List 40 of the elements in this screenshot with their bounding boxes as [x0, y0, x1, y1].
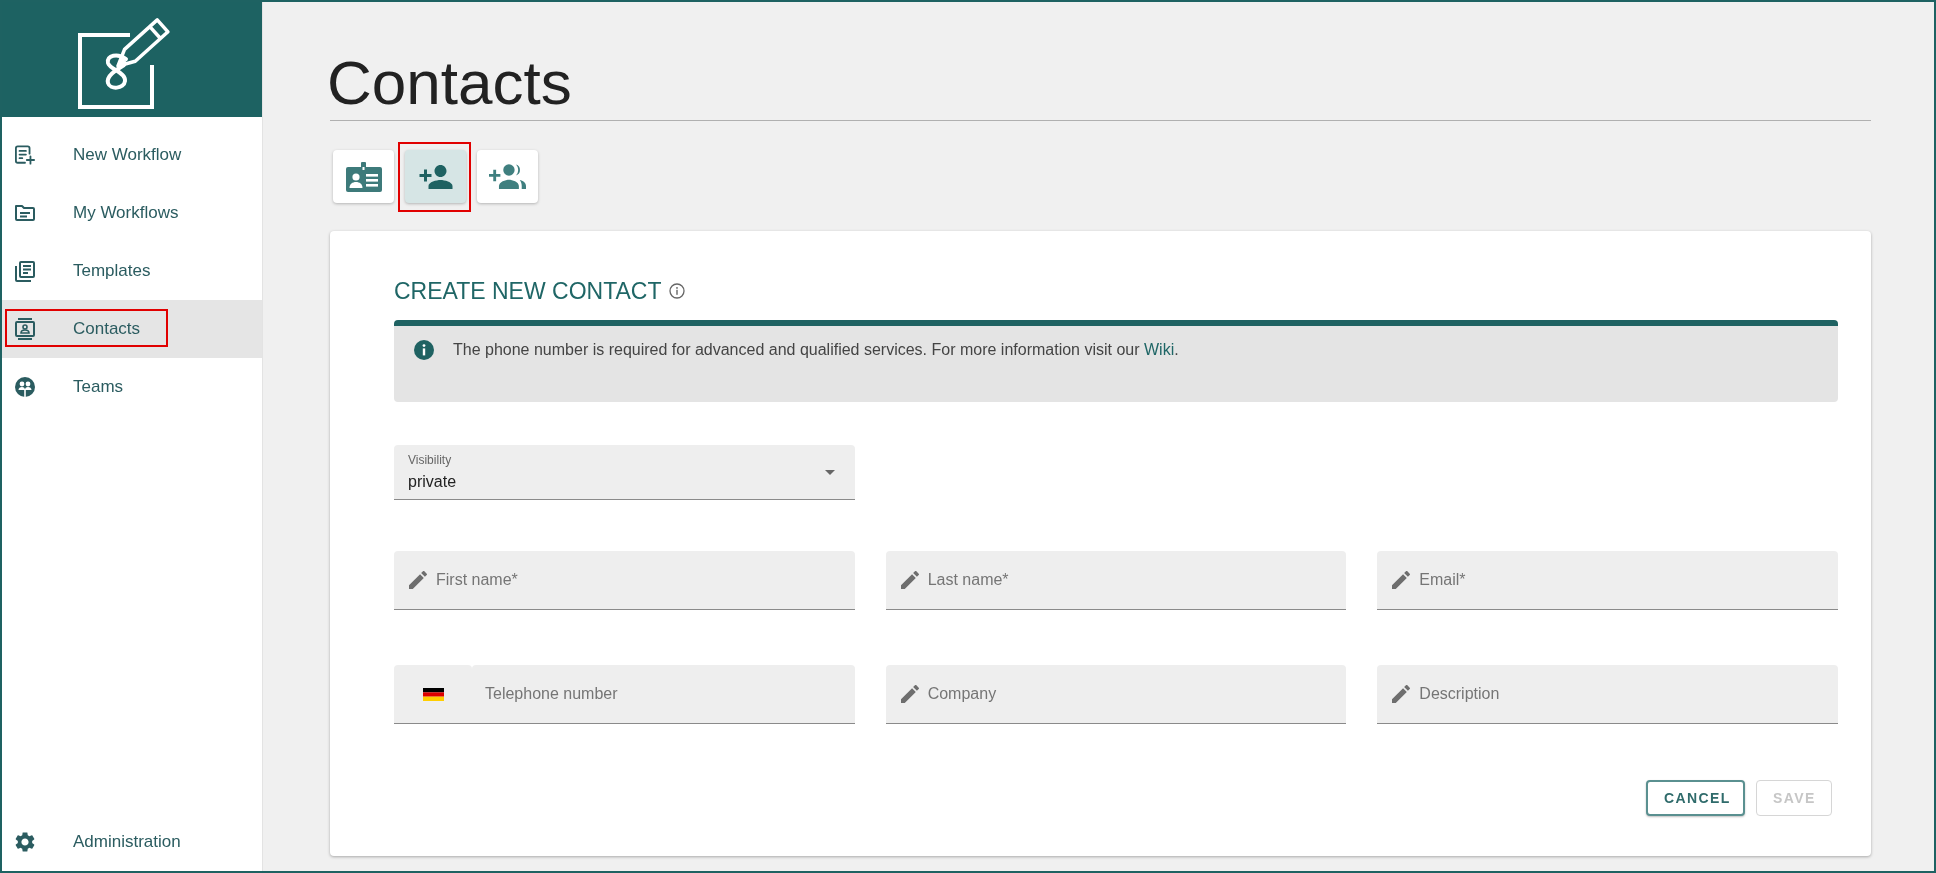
- add-person-icon: [418, 164, 453, 189]
- notice-text: The phone number is required for advanced and qualified services. For more information visit our Wiki.: [453, 340, 1179, 360]
- flag-icon: [422, 687, 444, 701]
- toolbar-tab[interactable]: [333, 150, 394, 203]
- dropdown-caret-icon: [825, 469, 835, 475]
- form-title: CREATE NEW CONTACT: [394, 277, 662, 306]
- text-field[interactable]: Last name*: [885, 551, 1347, 610]
- sidebar-item[interactable]: Teams: [2, 358, 262, 416]
- sidebar-item[interactable]: Administration: [2, 813, 262, 871]
- pencil-icon: [1392, 571, 1411, 589]
- text-field[interactable]: Company: [885, 665, 1347, 724]
- info-icon[interactable]: [669, 283, 686, 299]
- pencil-icon: [1392, 685, 1411, 703]
- country-code-selector[interactable]: [394, 665, 472, 724]
- pencil-icon: [900, 571, 919, 589]
- sidebar-item[interactable]: Templates: [2, 242, 262, 300]
- phone-field[interactable]: Telephone number: [472, 665, 855, 724]
- page-title: Contacts: [327, 47, 572, 119]
- pencil-icon: [409, 571, 427, 589]
- folder-icon: [15, 204, 35, 222]
- text-field[interactable]: Description: [1377, 665, 1838, 724]
- document-plus-icon: [15, 145, 35, 165]
- text-field[interactable]: Email*: [1377, 551, 1838, 610]
- contact-card-icon: [15, 318, 35, 340]
- toolbar-tab[interactable]: [405, 150, 466, 203]
- toolbar-tab[interactable]: [477, 150, 538, 203]
- sidebar-item[interactable]: Contacts: [2, 300, 262, 358]
- sidebar-item[interactable]: New Workflow: [2, 126, 262, 184]
- pencil-icon: [900, 685, 919, 703]
- settings-icon: [15, 832, 35, 852]
- people-circle-icon: [15, 377, 35, 397]
- stacked-documents-icon: [15, 260, 35, 282]
- text-link[interactable]: Wiki: [1144, 341, 1175, 358]
- text-field[interactable]: First name*: [394, 551, 855, 610]
- visibility-select[interactable]: Visibility private: [394, 445, 855, 500]
- add-group-icon: [489, 164, 526, 189]
- sidebar-item[interactable]: My Workflows: [2, 184, 262, 242]
- id-card-icon: [345, 161, 382, 192]
- info-icon: [414, 340, 434, 360]
- cancel-button[interactable]: CANCEL: [1646, 780, 1745, 816]
